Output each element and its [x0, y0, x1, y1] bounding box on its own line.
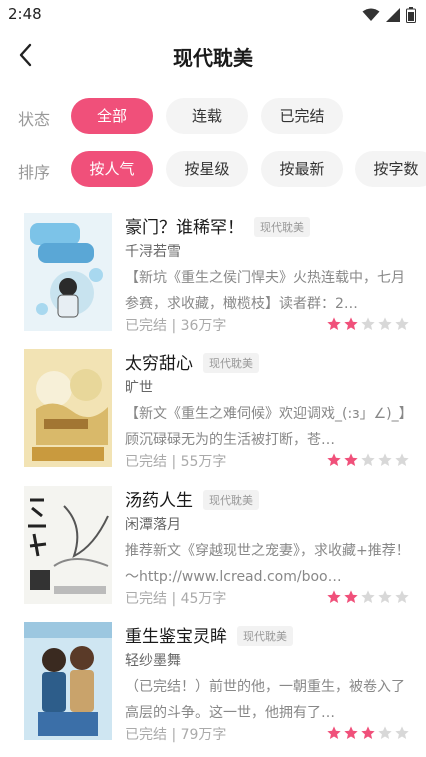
sort-filter-label: 排序	[18, 163, 51, 182]
book-description: 【新坑《重生之侯门悍夫》火热连载中，七月参赛，求收藏，橄榄枝】读者群：2…	[125, 270, 405, 312]
state-filter-row: 状态 全部 连载 已完结	[0, 98, 426, 136]
book-cover	[24, 349, 112, 467]
state-chip-serializing[interactable]: 连载	[166, 98, 248, 134]
book-meta: 已完结 | 79万字	[125, 727, 227, 743]
status-time: 2:48	[8, 5, 42, 23]
book-description: 【新文《重生之难伺候》欢迎调戏_(:з」∠)_】顾沉碌碌无为的生活被打断，苍…	[125, 406, 406, 448]
book-category-tag: 现代耽美	[203, 490, 259, 510]
book-author: 轻纱墨舞	[125, 653, 181, 669]
star-filled-icon	[327, 726, 341, 739]
star-empty-icon	[395, 590, 409, 603]
book-author: 千浔若雪	[125, 244, 181, 260]
star-empty-icon	[395, 453, 409, 466]
status-icons	[362, 7, 416, 23]
star-empty-icon	[378, 453, 392, 466]
star-empty-icon	[361, 453, 375, 466]
star-empty-icon	[378, 317, 392, 330]
book-description: （已完结！）前世的他，一朝重生，被卷入了高层的斗争。这一世，他拥有了…	[125, 679, 405, 721]
rating-stars	[326, 725, 410, 741]
state-chip-completed[interactable]: 已完结	[261, 98, 343, 134]
book-description: 推荐新文《穿越现世之宠妻》，求收藏+推荐！～http://www.lcread.…	[125, 543, 410, 585]
book-title-text: 豪门？谁稀罕！	[125, 218, 244, 238]
book-category-tag: 现代耽美	[254, 217, 310, 237]
book-meta: 已完结 | 36万字	[125, 318, 227, 334]
book-title: 豪门？谁稀罕！ 现代耽美	[125, 213, 310, 238]
book-title-text: 太穷甜心	[125, 354, 193, 374]
star-filled-icon	[327, 453, 341, 466]
state-chip-all[interactable]: 全部	[71, 98, 153, 134]
nav-bar: 现代耽美	[0, 30, 426, 80]
star-filled-icon	[361, 726, 375, 739]
book-cover	[24, 486, 112, 604]
star-empty-icon	[378, 726, 392, 739]
star-filled-icon	[344, 726, 358, 739]
book-category-tag: 现代耽美	[237, 626, 293, 646]
star-filled-icon	[327, 590, 341, 603]
star-empty-icon	[395, 317, 409, 330]
star-empty-icon	[378, 590, 392, 603]
rating-stars	[326, 316, 410, 332]
book-meta: 已完结 | 55万字	[125, 454, 227, 470]
signal-icon	[386, 8, 400, 22]
state-filter-label: 状态	[18, 110, 51, 129]
book-item[interactable]: 豪门？谁稀罕！ 现代耽美 千浔若雪 【新坑《重生之侯门悍夫》火热连载中，七月参赛，…	[24, 213, 414, 334]
book-cover	[24, 622, 112, 740]
page-title: 现代耽美	[173, 46, 253, 70]
sort-chip-popularity[interactable]: 按人气	[71, 151, 153, 187]
wifi-icon	[362, 8, 380, 21]
book-item[interactable]: 重生鉴宝灵眸 现代耽美 轻纱墨舞 （已完结！）前世的他，一朝重生，被卷入了高层的斗…	[24, 622, 414, 743]
rating-stars	[326, 452, 410, 468]
book-title-text: 汤药人生	[125, 491, 193, 511]
book-title-text: 重生鉴宝灵眸	[125, 627, 227, 647]
book-title: 太穷甜心 现代耽美	[125, 349, 259, 374]
book-title: 汤药人生 现代耽美	[125, 486, 259, 511]
rating-stars	[326, 589, 410, 605]
book-category-tag: 现代耽美	[203, 353, 259, 373]
sort-chip-word-count[interactable]: 按字数	[355, 151, 426, 187]
book-author: 旷世	[125, 380, 153, 396]
book-cover	[24, 213, 112, 331]
star-filled-icon	[344, 590, 358, 603]
star-empty-icon	[361, 317, 375, 330]
sort-filter-row: 排序 按人气 按星级 按最新 按字数	[0, 151, 426, 189]
battery-icon	[406, 7, 416, 23]
book-item[interactable]: 汤药人生 现代耽美 闲潭落月 推荐新文《穿越现世之宠妻》，求收藏+推荐！～http…	[24, 486, 414, 607]
book-author: 闲潭落月	[125, 517, 181, 533]
sort-chip-latest[interactable]: 按最新	[261, 151, 343, 187]
star-filled-icon	[344, 453, 358, 466]
star-filled-icon	[344, 317, 358, 330]
book-title: 重生鉴宝灵眸 现代耽美	[125, 622, 293, 647]
star-empty-icon	[395, 726, 409, 739]
status-bar: 2:48	[0, 0, 426, 30]
sort-chip-rating[interactable]: 按星级	[166, 151, 248, 187]
book-meta: 已完结 | 45万字	[125, 591, 227, 607]
star-empty-icon	[361, 590, 375, 603]
star-filled-icon	[327, 317, 341, 330]
book-item[interactable]: 太穷甜心 现代耽美 旷世 【新文《重生之难伺候》欢迎调戏_(:з」∠)_】顾沉碌碌…	[24, 349, 414, 470]
